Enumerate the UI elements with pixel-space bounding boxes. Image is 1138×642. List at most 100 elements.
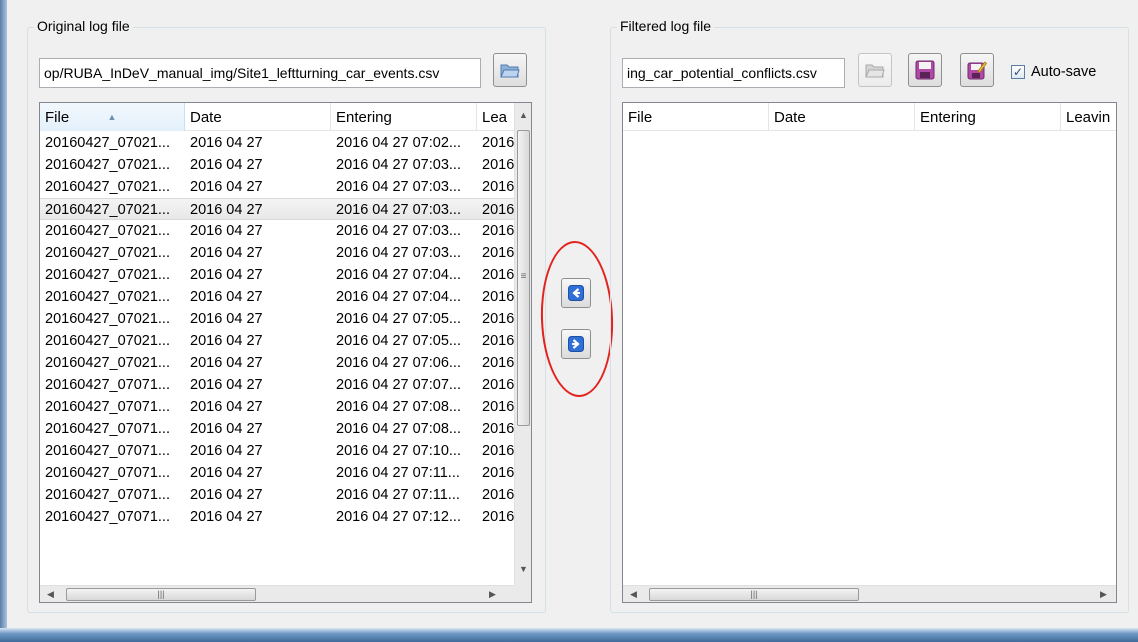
header-label: Entering [920,109,976,126]
table-row[interactable]: 20160427_07071... 2016 04 27 2016 04 27 07… [40,418,514,440]
arrow-left-icon [568,285,584,301]
window-frame-bottom [0,628,1138,642]
table-cell: 20160427_07021... [45,157,170,173]
table-row[interactable]: 20160427_07071... 2016 04 27 2016 04 27 07… [40,374,514,396]
filtered-horizontal-thumb[interactable]: ||| [649,588,859,601]
scroll-corner [514,585,531,602]
folder-open-icon [865,64,885,78]
table-cell: 20160427_07021... [45,289,170,305]
table-cell: 20160427_07021... [45,179,170,195]
filtered-log-table[interactable]: File Date Entering Leavin ◀ ||| ▶ [622,102,1117,603]
original-table-body: 20160427_07021... 2016 04 27 2016 04 27 07… [40,132,514,528]
table-cell: 2016 04 27 [190,157,263,173]
table-row[interactable]: 20160427_07071... 2016 04 27 2016 04 27 07… [40,462,514,484]
original-header-file[interactable]: ▲ File [40,103,185,131]
save-as-button[interactable] [960,53,994,87]
filtered-header-entering[interactable]: Entering [915,103,1061,131]
autosave-toggle[interactable]: ✓ Auto-save [1011,62,1096,82]
table-cell: 20160427_07071... [45,487,170,503]
filtered-header-file[interactable]: File [623,103,769,131]
table-cell: 2016 04 27 07:04... [336,289,461,305]
scroll-left-icon[interactable]: ◀ [625,586,642,602]
table-cell: 2016 04 27 07:08... [336,399,461,415]
table-cell: 2016 04 27 [190,377,263,393]
table-cell: 2016 04 27 07:03... [336,223,461,239]
table-row[interactable]: 20160427_07071... 2016 04 27 2016 04 27 07… [40,396,514,418]
scroll-right-icon[interactable]: ▶ [484,586,501,602]
scroll-right-icon[interactable]: ▶ [1095,586,1112,602]
filtered-horizontal-scrollbar[interactable]: ◀ ||| ▶ [623,585,1116,602]
table-row[interactable]: 20160427_07021... 2016 04 27 2016 04 27 07… [40,198,514,220]
table-row[interactable]: 20160427_07021... 2016 04 27 2016 04 27 07… [40,154,514,176]
table-row[interactable]: 20160427_07021... 2016 04 27 2016 04 27 07… [40,220,514,242]
table-cell: 2016 04 27 07:04... [336,267,461,283]
table-row[interactable]: 20160427_07071... 2016 04 27 2016 04 27 07… [40,484,514,506]
table-cell: 2016 04 27 07:03... [336,202,461,218]
table-cell: 2016 04 27 07:07... [336,377,461,393]
table-cell: 2016 04 27 07:08... [336,421,461,437]
table-row[interactable]: 20160427_07071... 2016 04 27 2016 04 27 07… [40,506,514,528]
table-row[interactable]: 20160427_07071... 2016 04 27 2016 04 27 07… [40,440,514,462]
table-cell: 2016 04 27 07:10... [336,443,461,459]
table-cell: 20160427_07021... [45,267,170,283]
header-label: Date [190,109,222,126]
open-filtered-button[interactable] [858,53,892,87]
scroll-left-icon[interactable]: ◀ [42,586,59,602]
original-log-title: Original log file [34,18,133,34]
original-horizontal-thumb[interactable]: ||| [66,588,256,601]
original-path-field[interactable]: op/RUBA_InDeV_manual_img/Site1_leftturni… [39,58,481,88]
table-row[interactable]: 20160427_07021... 2016 04 27 2016 04 27 07… [40,352,514,374]
original-vertical-thumb[interactable]: ≡ [517,130,530,426]
header-label: Entering [336,109,392,126]
grip-icon: ≡ [520,271,527,282]
table-row[interactable]: 20160427_07021... 2016 04 27 2016 04 27 07… [40,308,514,330]
table-cell: 2016 04 27 [190,443,263,459]
original-log-table[interactable]: ▲ File Date Entering Lea 20160427_07021.… [39,102,532,603]
table-cell: 2016 04 27 07:03... [336,157,461,173]
table-cell: 2016 04 27 07:02... [336,135,461,151]
table-cell: 20160427_07071... [45,421,170,437]
table-cell: 2016 04 27 [190,245,263,261]
table-cell: 2016 04 27 [190,311,263,327]
table-cell: 20160427_07071... [45,443,170,459]
table-cell: 2016 04 27 [190,487,263,503]
table-cell: 2016 04 27 [190,421,263,437]
table-row[interactable]: 20160427_07021... 2016 04 27 2016 04 27 07… [40,264,514,286]
table-row[interactable]: 20160427_07021... 2016 04 27 2016 04 27 07… [40,132,514,154]
save-button[interactable] [908,53,942,87]
table-cell: 20160427_07071... [45,465,170,481]
table-cell: 2016 04 27 07:12... [336,509,461,525]
table-cell: 2016 04 27 [190,355,263,371]
arrow-right-icon [568,336,584,352]
scroll-down-icon[interactable]: ▼ [515,561,531,578]
autosave-checkbox[interactable]: ✓ [1011,65,1025,79]
header-label: Leavin [1066,109,1111,126]
table-cell: 20160427_07071... [45,509,170,525]
table-row[interactable]: 20160427_07021... 2016 04 27 2016 04 27 07… [40,242,514,264]
original-header-date[interactable]: Date [185,103,331,131]
table-row[interactable]: 20160427_07021... 2016 04 27 2016 04 27 07… [40,330,514,352]
filtered-header-leaving[interactable]: Leavin [1061,103,1116,131]
table-row[interactable]: 20160427_07021... 2016 04 27 2016 04 27 07… [40,176,514,198]
table-cell: 2016 04 27 [190,289,263,305]
filtered-header-date[interactable]: Date [769,103,915,131]
header-label: File [45,109,70,126]
original-vertical-scrollbar[interactable]: ▲ ≡ ▼ [514,103,531,585]
table-cell: 2016 04 27 [190,399,263,415]
move-left-button[interactable] [561,278,591,308]
filtered-path-field[interactable]: ing_car_potential_conflicts.csv [622,58,845,88]
table-cell: 20160427_07071... [45,399,170,415]
save-as-icon [967,61,987,80]
original-path-text: op/RUBA_InDeV_manual_img/Site1_leftturni… [44,65,440,81]
original-header-entering[interactable]: Entering [331,103,477,131]
original-table-header: ▲ File Date Entering Lea [40,103,514,131]
grip-icon: ||| [750,589,758,599]
original-horizontal-scrollbar[interactable]: ◀ ||| ▶ [40,585,522,602]
scroll-up-icon[interactable]: ▲ [515,107,531,124]
open-original-button[interactable] [493,53,527,87]
table-row[interactable]: 20160427_07021... 2016 04 27 2016 04 27 07… [40,286,514,308]
table-cell: 20160427_07021... [45,223,170,239]
move-right-button[interactable] [561,329,591,359]
table-cell: 20160427_07021... [45,245,170,261]
grip-icon: ||| [157,589,165,599]
